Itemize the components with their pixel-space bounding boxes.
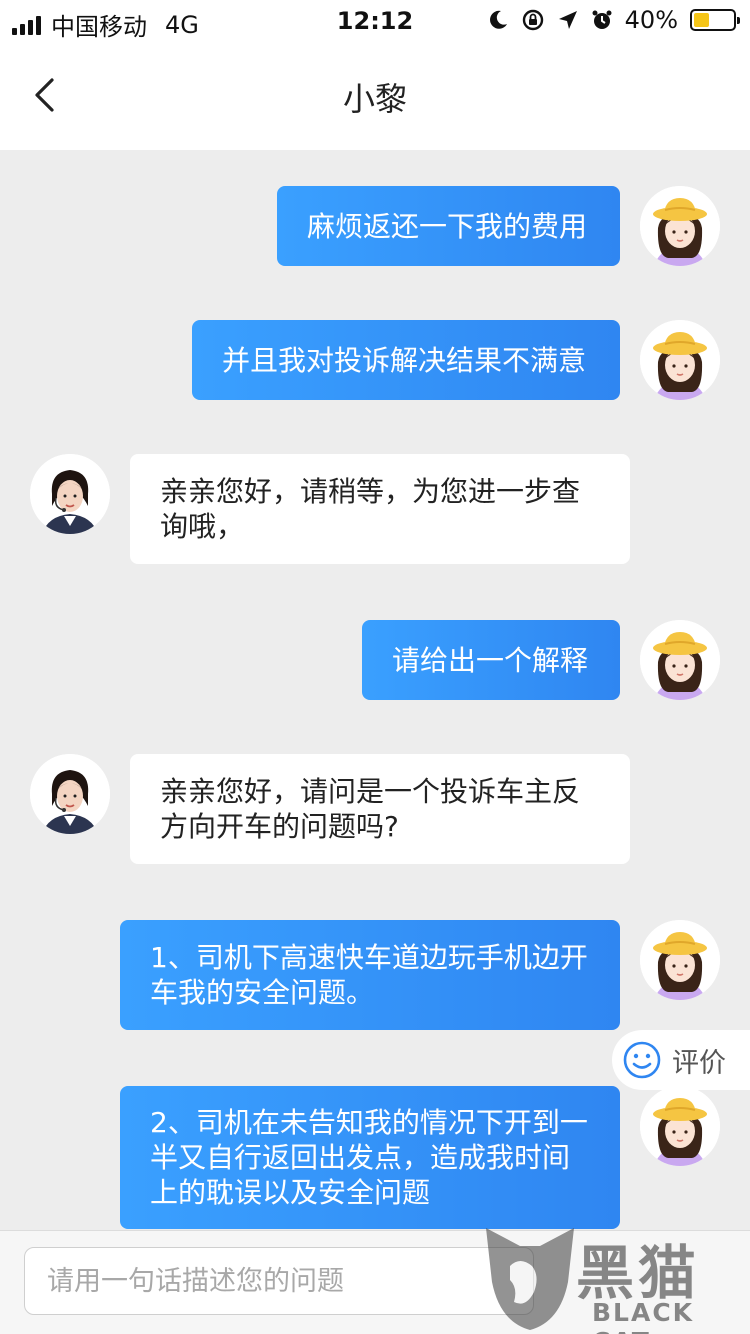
user-avatar-icon — [640, 186, 720, 266]
message-bubble-user[interactable]: 麻烦返还一下我的费用 — [277, 186, 620, 266]
message-text: 1、司机下高速快车道边玩手机边开车我的安全问题。 — [150, 941, 588, 1009]
user-avatar-icon — [640, 920, 720, 1000]
message-input[interactable] — [24, 1247, 534, 1315]
agent-avatar-icon — [30, 454, 110, 534]
message-text: 亲亲您好，请稍等，为您进一步查询哦， — [160, 475, 581, 543]
message-bubble-agent[interactable]: 亲亲您好，请问是一个投诉车主反方向开车的问题吗? — [130, 754, 630, 864]
agent-avatar[interactable] — [30, 454, 110, 534]
message-bubble-user[interactable]: 2、司机在未告知我的情况下开到一半又自行返回出发点，造成我时间上的耽误以及安全问… — [120, 1086, 620, 1229]
battery-icon — [690, 9, 740, 31]
message-bubble-user[interactable]: 并且我对投诉解决结果不满意 — [192, 320, 620, 400]
user-avatar[interactable] — [640, 186, 720, 266]
user-avatar-icon — [640, 620, 720, 700]
user-avatar-icon — [640, 320, 720, 400]
moon-icon — [489, 10, 507, 29]
user-avatar[interactable] — [640, 620, 720, 700]
user-avatar[interactable] — [640, 920, 720, 1000]
battery-percent: 40% — [624, 6, 678, 34]
user-avatar-icon — [640, 1086, 720, 1166]
user-avatar[interactable] — [640, 320, 720, 400]
rating-label: 评价 — [672, 1047, 726, 1079]
agent-avatar-icon — [30, 754, 110, 834]
input-bar — [0, 1230, 750, 1334]
message-text: 麻烦返还一下我的费用 — [307, 209, 588, 243]
message-text: 亲亲您好，请问是一个投诉车主反方向开车的问题吗? — [160, 775, 581, 843]
smiley-icon — [623, 1041, 661, 1079]
status-right: 40% — [487, 6, 740, 34]
chat-title: 小黎 — [342, 80, 407, 118]
alarm-icon — [592, 10, 612, 29]
chat-area[interactable]: 麻烦返还一下我的费用 并且我对投诉解决结果不满意 亲亲您好，请稍等，为您进一步查… — [0, 150, 750, 1230]
status-bar: 中国移动 4G 12:12 40% — [0, 0, 750, 41]
message-text: 2、司机在未告知我的情况下开到一半又自行返回出发点，造成我时间上的耽误以及安全问… — [150, 1106, 588, 1209]
location-icon — [558, 11, 577, 29]
message-bubble-user[interactable]: 请给出一个解释 — [362, 620, 620, 700]
nav-bar: 小黎 — [0, 40, 750, 150]
message-text: 并且我对投诉解决结果不满意 — [222, 343, 587, 377]
user-avatar[interactable] — [640, 1086, 720, 1166]
agent-avatar[interactable] — [30, 754, 110, 834]
message-bubble-user[interactable]: 1、司机下高速快车道边玩手机边开车我的安全问题。 — [120, 920, 620, 1030]
battery-level-fill — [694, 13, 710, 27]
message-bubble-agent[interactable]: 亲亲您好，请稍等，为您进一步查询哦， — [130, 454, 630, 564]
message-text: 请给出一个解释 — [392, 643, 589, 677]
rating-button[interactable]: 评价 — [612, 1030, 750, 1090]
rotation-lock-icon — [522, 9, 543, 31]
